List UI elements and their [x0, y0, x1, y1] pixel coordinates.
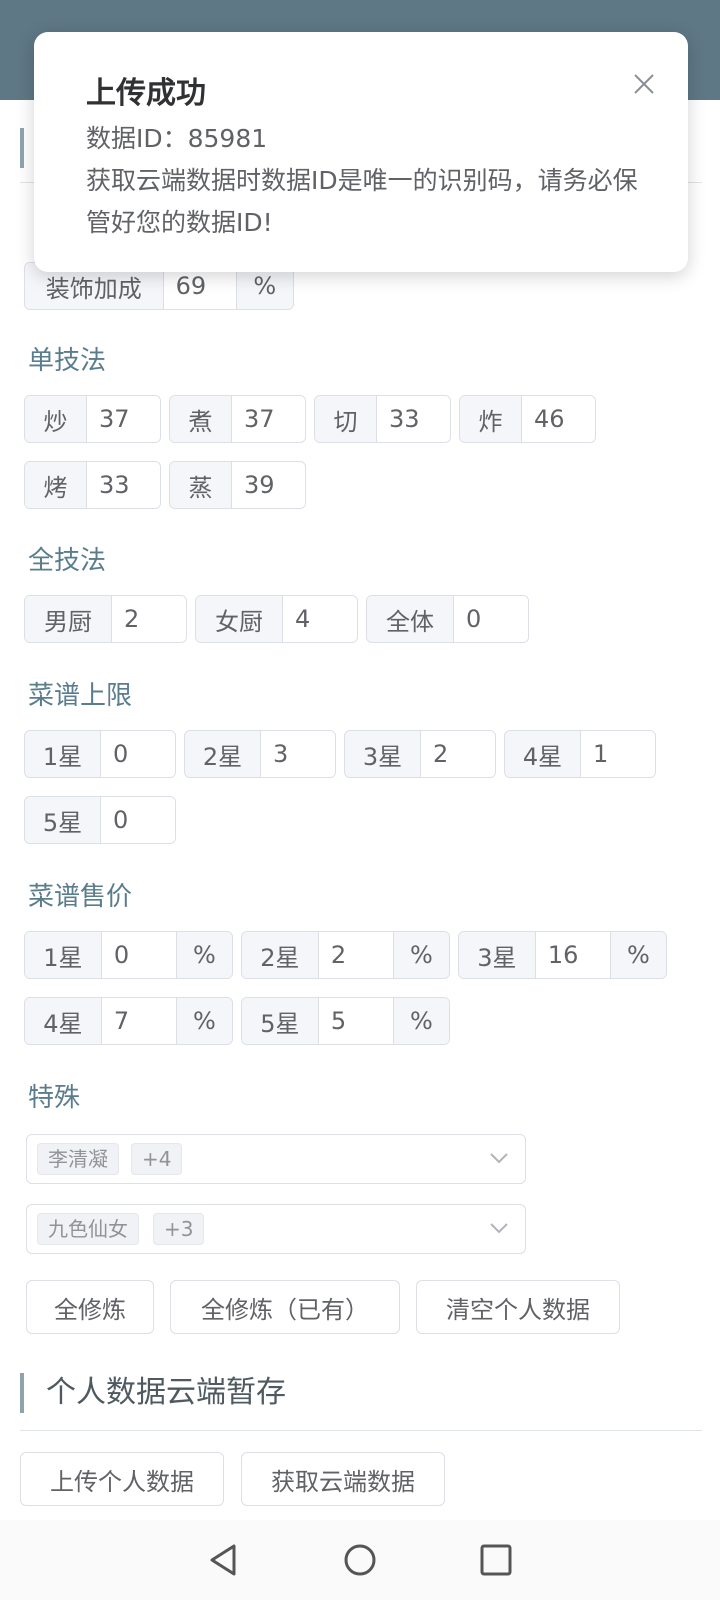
- recipe-price-unit: %: [609, 932, 666, 978]
- section-divider: [20, 1430, 702, 1431]
- close-icon[interactable]: [632, 72, 656, 96]
- recipe-price-group-5: 5星 %: [241, 997, 450, 1045]
- recipe-limit-input[interactable]: [101, 731, 175, 777]
- recipe-limit-group-5: 5星: [24, 796, 176, 844]
- all-skill-title: 全技法: [28, 546, 107, 576]
- all-skill-input[interactable]: [283, 596, 357, 642]
- all-skill-group-male: 男厨: [24, 595, 187, 643]
- skill-group-fry: 炸: [459, 395, 596, 443]
- dialog-id-line: 数据ID：85981: [86, 124, 268, 153]
- recipe-limit-input[interactable]: [101, 797, 175, 843]
- skill-label: 烤: [25, 462, 87, 508]
- recipe-limit-label: 1星: [25, 731, 101, 777]
- all-train-button[interactable]: 全修炼: [26, 1280, 154, 1334]
- recipe-price-input[interactable]: [535, 932, 610, 978]
- upload-data-button[interactable]: 上传个人数据: [20, 1452, 224, 1506]
- all-skill-label: 全体: [367, 596, 454, 642]
- recipe-price-group-1: 1星 %: [24, 931, 233, 979]
- recipe-limit-group-1: 1星: [24, 730, 176, 778]
- special-title: 特殊: [28, 1083, 81, 1113]
- single-skill-title: 单技法: [28, 346, 107, 376]
- recipe-limit-title: 菜谱上限: [28, 681, 133, 711]
- select-more-tag: +4: [131, 1143, 183, 1175]
- recipe-limit-label: 3星: [345, 731, 421, 777]
- recipe-limit-label: 4星: [505, 731, 581, 777]
- chevron-down-icon: [490, 1153, 508, 1164]
- skill-input[interactable]: [87, 462, 160, 508]
- cloud-section-title: 个人数据云端暂存: [46, 1375, 286, 1410]
- dialog-body: 数据ID：85981 获取云端数据时数据ID是唯一的识别码，请务必保管好您的数据…: [86, 118, 646, 244]
- all-skill-input[interactable]: [454, 596, 528, 642]
- skill-group-steam: 蒸: [169, 461, 306, 509]
- select-tag: 李清凝: [37, 1143, 119, 1175]
- recipe-limit-group-3: 3星: [344, 730, 496, 778]
- recipe-price-unit: %: [392, 932, 449, 978]
- recipe-limit-group-2: 2星: [184, 730, 336, 778]
- recipe-price-group-2: 2星 %: [241, 931, 450, 979]
- recipe-price-unit: %: [392, 998, 449, 1044]
- skill-input[interactable]: [87, 396, 160, 442]
- recipe-price-input[interactable]: [101, 998, 176, 1044]
- section-accent-bar: [20, 128, 24, 168]
- recipe-price-label: 3星: [459, 932, 536, 978]
- recipe-price-label: 2星: [242, 932, 319, 978]
- recipe-limit-label: 2星: [185, 731, 261, 777]
- skill-input[interactable]: [232, 462, 305, 508]
- recipe-limit-input[interactable]: [421, 731, 495, 777]
- all-skill-group-female: 女厨: [195, 595, 358, 643]
- skill-input[interactable]: [377, 396, 450, 442]
- skill-label: 煮: [170, 396, 232, 442]
- skill-group-roast: 烤: [24, 461, 161, 509]
- home-circle-icon[interactable]: [342, 1542, 378, 1578]
- recipe-price-title: 菜谱售价: [28, 882, 133, 912]
- recipe-limit-input[interactable]: [261, 731, 335, 777]
- skill-label: 炸: [460, 396, 522, 442]
- skill-label: 炒: [25, 396, 87, 442]
- select-tag: 九色仙女: [37, 1213, 139, 1245]
- recipe-price-label: 4星: [25, 998, 102, 1044]
- select-more-tag: +3: [153, 1213, 205, 1245]
- skill-group-stir-fry: 炒: [24, 395, 161, 443]
- skill-group-boil: 煮: [169, 395, 306, 443]
- dialog-title: 上传成功: [86, 76, 206, 111]
- recipe-price-unit: %: [175, 998, 232, 1044]
- cloud-section-header: 个人数据云端暂存: [20, 1373, 286, 1413]
- skill-group-cut: 切: [314, 395, 451, 443]
- skill-input[interactable]: [522, 396, 595, 442]
- skill-label: 切: [315, 396, 377, 442]
- clear-personal-data-button[interactable]: 清空个人数据: [416, 1280, 620, 1334]
- recipe-price-group-4: 4星 %: [24, 997, 233, 1045]
- all-skill-group-all: 全体: [366, 595, 529, 643]
- system-navigation-bar: [0, 1520, 720, 1600]
- recipe-price-input[interactable]: [101, 932, 176, 978]
- all-skill-input[interactable]: [112, 596, 186, 642]
- recipe-limit-label: 5星: [25, 797, 101, 843]
- recipe-price-input[interactable]: [318, 932, 393, 978]
- recipe-limit-input[interactable]: [581, 731, 655, 777]
- fetch-cloud-data-button[interactable]: 获取云端数据: [241, 1452, 445, 1506]
- recipe-limit-group-4: 4星: [504, 730, 656, 778]
- recipe-price-label: 1星: [25, 932, 102, 978]
- recipe-price-group-3: 3星 %: [458, 931, 667, 979]
- special-select-chef[interactable]: 李清凝 +4: [26, 1134, 526, 1184]
- all-skill-label: 男厨: [25, 596, 112, 642]
- recipe-price-label: 5星: [242, 998, 319, 1044]
- all-skill-label: 女厨: [196, 596, 283, 642]
- skill-label: 蒸: [170, 462, 232, 508]
- recipe-price-unit: %: [175, 932, 232, 978]
- all-train-owned-button[interactable]: 全修炼（已有）: [170, 1280, 400, 1334]
- chevron-down-icon: [490, 1223, 508, 1234]
- special-select-item[interactable]: 九色仙女 +3: [26, 1204, 526, 1254]
- skill-input[interactable]: [232, 396, 305, 442]
- dialog-message: 获取云端数据时数据ID是唯一的识别码，请务必保管好您的数据ID!: [86, 166, 638, 237]
- upload-success-dialog: 上传成功 数据ID：85981 获取云端数据时数据ID是唯一的识别码，请务必保管…: [34, 32, 688, 272]
- recents-square-icon[interactable]: [478, 1542, 514, 1578]
- back-triangle-icon[interactable]: [206, 1542, 242, 1578]
- recipe-price-input[interactable]: [318, 998, 393, 1044]
